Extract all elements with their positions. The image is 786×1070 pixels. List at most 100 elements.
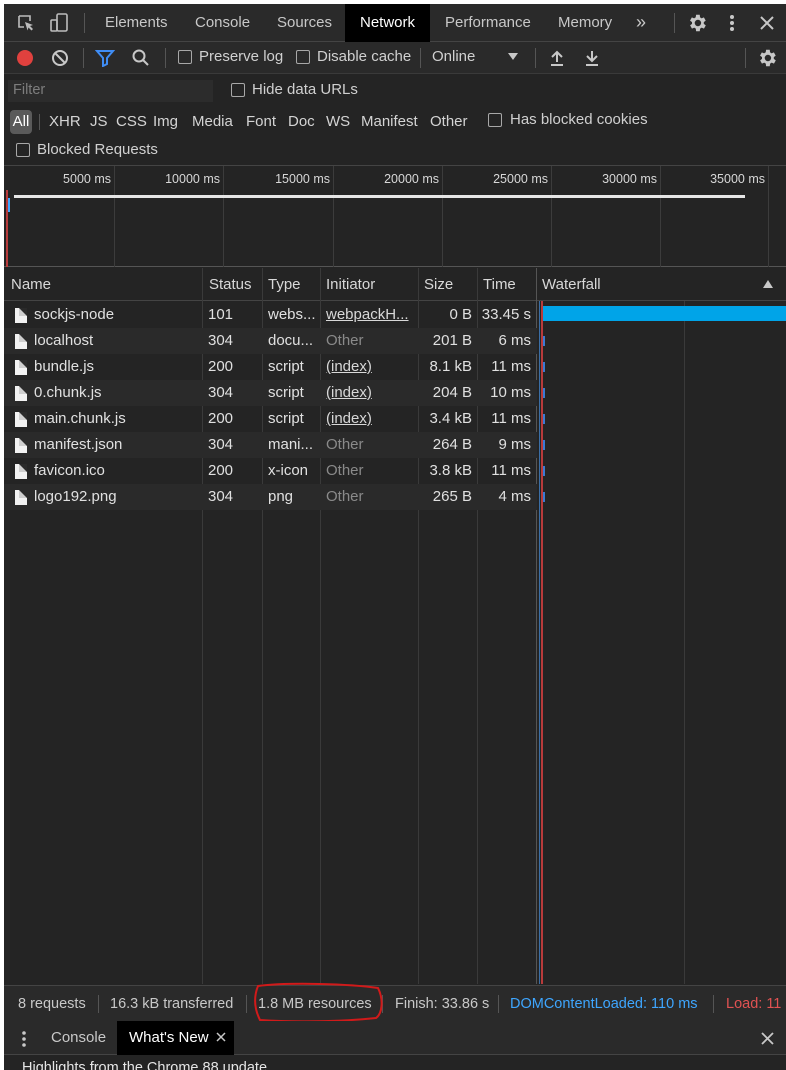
annotation-circle — [254, 982, 383, 1023]
more-options-icon[interactable] — [724, 13, 740, 33]
hide-data-urls-label: Hide data URLs — [252, 81, 358, 98]
close-tab-icon[interactable] — [215, 1031, 227, 1043]
request-initiator: Other — [326, 436, 364, 453]
column-header-waterfall[interactable]: Waterfall — [535, 268, 755, 301]
request-type: docu... — [268, 332, 314, 349]
filter-type-xhr[interactable]: XHR — [49, 110, 81, 134]
column-header-time[interactable]: Time — [476, 268, 537, 301]
request-size: 265 B — [432, 488, 472, 505]
request-name: logo192.png — [34, 488, 117, 505]
waterfall-bar — [543, 492, 545, 502]
device-toolbar-icon[interactable] — [48, 12, 70, 34]
request-status: 200 — [208, 358, 234, 375]
blocked-requests-checkbox[interactable] — [16, 143, 30, 157]
request-size: 0 B — [449, 306, 472, 323]
tab-elements[interactable]: Elements — [105, 4, 175, 42]
filter-type-js[interactable]: JS — [90, 110, 108, 134]
filter-type-doc[interactable]: Doc — [288, 110, 315, 134]
request-initiator-link[interactable]: (index) — [326, 380, 416, 406]
dom-content-loaded-time: DOMContentLoaded: 110 ms — [510, 996, 698, 1012]
request-initiator-link[interactable]: (index) — [326, 406, 416, 432]
request-time: 10 ms — [490, 384, 531, 401]
waterfall-load-marker — [541, 301, 543, 984]
request-name: bundle.js — [34, 358, 95, 375]
request-initiator: Other — [326, 332, 364, 349]
table-row[interactable]: favicon.ico 200 x-icon Other 3.8 kB 11 m… — [4, 458, 537, 484]
import-har-icon[interactable] — [549, 48, 565, 68]
request-initiator-link[interactable]: webpackH... — [326, 302, 416, 328]
timeline-overview[interactable]: 5000 ms 10000 ms 15000 ms 20000 ms 25000… — [4, 166, 786, 267]
disable-cache-checkbox[interactable] — [296, 50, 310, 64]
tab-memory[interactable]: Memory — [558, 4, 618, 42]
filter-type-other[interactable]: Other — [430, 110, 468, 134]
finish-time: Finish: 33.86 s — [395, 996, 490, 1012]
request-name: manifest.json — [34, 436, 123, 453]
filter-type-media[interactable]: Media — [192, 110, 233, 134]
close-devtools-icon[interactable] — [758, 14, 776, 32]
blocked-requests-label: Blocked Requests — [37, 141, 158, 158]
filter-type-manifest[interactable]: Manifest — [361, 110, 418, 134]
tab-network[interactable]: Network — [345, 4, 430, 42]
network-settings-gear-icon[interactable] — [756, 47, 778, 69]
file-icon — [15, 412, 27, 427]
request-table-header: Name Status Type Initiator Size Time Wat… — [4, 268, 786, 301]
search-icon[interactable] — [131, 48, 151, 68]
record-icon[interactable] — [17, 50, 33, 66]
file-icon — [15, 386, 27, 401]
file-icon — [15, 308, 27, 323]
column-header-status[interactable]: Status — [202, 268, 262, 301]
timeline-tick-label: 10000 ms — [165, 172, 220, 186]
column-header-initiator[interactable]: Initiator — [319, 268, 417, 301]
table-row[interactable]: manifest.json 304 mani... Other 264 B 9 … — [4, 432, 537, 458]
table-row[interactable]: sockjs-node 101 webs... webpackH... 0 B … — [4, 302, 537, 328]
request-time: 11 ms — [491, 462, 531, 479]
inspect-element-icon[interactable] — [16, 13, 36, 33]
filter-type-all[interactable]: All — [10, 110, 32, 134]
tab-performance[interactable]: Performance — [445, 4, 540, 42]
chevron-down-icon[interactable] — [508, 53, 518, 60]
column-header-type[interactable]: Type — [261, 268, 319, 301]
hide-data-urls-checkbox[interactable] — [231, 83, 245, 97]
drawer-menu-icon[interactable] — [21, 1030, 27, 1048]
table-row[interactable]: main.chunk.js 200 script (index) 3.4 kB … — [4, 406, 537, 432]
column-header-name[interactable]: Name — [4, 268, 202, 301]
timeline-tick-label: 15000 ms — [275, 172, 330, 186]
file-icon — [15, 438, 27, 453]
clear-icon[interactable] — [51, 49, 69, 67]
has-blocked-cookies-checkbox[interactable] — [488, 113, 502, 127]
request-initiator-link[interactable]: (index) — [326, 354, 416, 380]
tab-console[interactable]: Console — [195, 4, 259, 42]
request-time: 11 ms — [491, 410, 531, 427]
filter-type-font[interactable]: Font — [246, 110, 276, 134]
settings-gear-icon[interactable] — [686, 12, 708, 34]
table-row[interactable]: logo192.png 304 png Other 265 B 4 ms — [4, 484, 537, 510]
preserve-log-checkbox[interactable] — [178, 50, 192, 64]
filter-type-css[interactable]: CSS — [116, 110, 147, 134]
table-row[interactable]: bundle.js 200 script (index) 8.1 kB 11 m… — [4, 354, 537, 380]
sort-ascending-icon[interactable] — [763, 280, 773, 288]
filter-bar: Filter Hide data URLs All XHR JS CSS Img… — [4, 74, 786, 166]
request-status: 304 — [208, 436, 234, 453]
request-size: 8.1 kB — [429, 358, 472, 375]
timeline-tick-label: 20000 ms — [384, 172, 439, 186]
more-tabs-icon[interactable]: » — [636, 12, 646, 32]
devtools-tab-bar: Elements Console Sources Network Perform… — [4, 4, 786, 42]
request-status: 200 — [208, 462, 234, 479]
table-row[interactable]: localhost 304 docu... Other 201 B 6 ms — [4, 328, 537, 354]
request-time: 33.45 s — [481, 306, 531, 323]
request-size: 204 B — [432, 384, 472, 401]
filter-type-img[interactable]: Img — [153, 110, 178, 134]
column-header-size[interactable]: Size — [417, 268, 476, 301]
close-drawer-icon[interactable] — [760, 1031, 775, 1046]
drawer-tab-console[interactable]: Console — [51, 1021, 106, 1055]
request-status: 304 — [208, 384, 234, 401]
file-icon — [15, 464, 27, 479]
request-type: mani... — [268, 436, 314, 453]
filter-input[interactable]: Filter — [8, 80, 213, 102]
table-row[interactable]: 0.chunk.js 304 script (index) 204 B 10 m… — [4, 380, 537, 406]
filter-type-ws[interactable]: WS — [326, 110, 350, 134]
filter-icon[interactable] — [94, 49, 116, 68]
tab-sources[interactable]: Sources — [277, 4, 341, 42]
throttling-select[interactable]: Online — [432, 48, 475, 65]
export-har-icon[interactable] — [584, 48, 600, 68]
